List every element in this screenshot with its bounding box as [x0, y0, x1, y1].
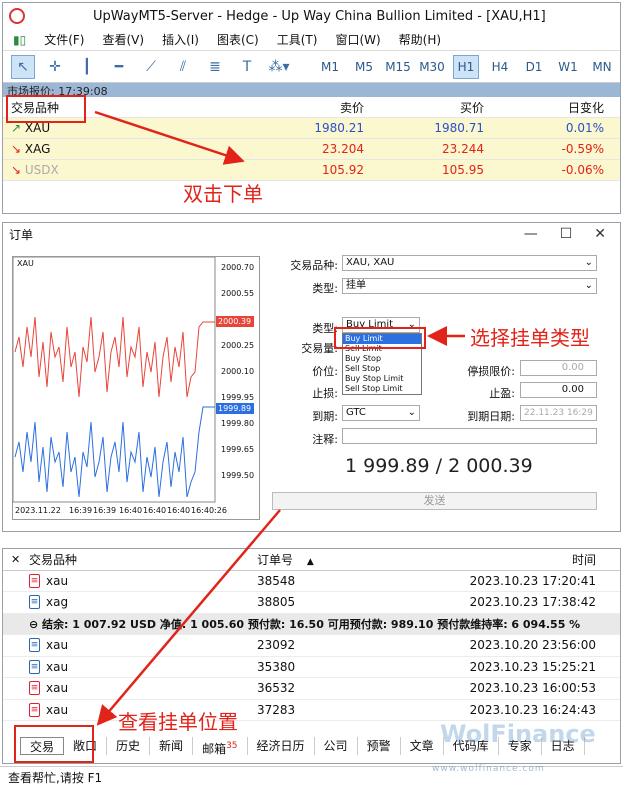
- arrow-to-chart: [94, 110, 245, 165]
- annotation-arrows: [94, 110, 465, 726]
- arrow-to-tabs: [96, 509, 281, 726]
